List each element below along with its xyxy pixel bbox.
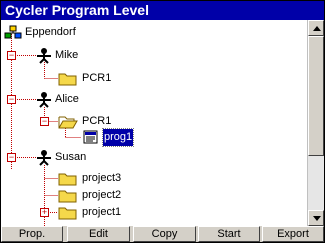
scroll-thumb[interactable] — [308, 36, 324, 156]
start-button[interactable]: Start — [198, 226, 260, 242]
folder-icon — [58, 190, 77, 203]
tree-node-label: Eppendorf — [25, 26, 76, 38]
scroll-up-button[interactable] — [308, 20, 324, 36]
cycler-program-window: Cycler Program Level Eppendorf − Mike PC… — [0, 0, 325, 243]
expand-toggle[interactable]: + — [40, 208, 49, 217]
vertical-scrollbar[interactable] — [307, 20, 324, 226]
folder-icon — [58, 207, 77, 220]
collapse-toggle[interactable]: − — [7, 51, 16, 60]
tree-node-label: project3 — [82, 172, 122, 184]
window-title: Cycler Program Level — [1, 1, 324, 20]
user-icon — [37, 92, 51, 108]
folder-icon — [58, 73, 77, 86]
tree-node-label: project2 — [82, 189, 122, 201]
collapse-toggle[interactable]: − — [40, 117, 49, 126]
user-icon — [37, 150, 51, 166]
tree-node-label: Mike — [55, 49, 79, 61]
tree-node-label: PCR1 — [82, 72, 112, 84]
tree-node-label: Susan — [55, 151, 87, 163]
program-icon — [83, 130, 98, 144]
tree-node-label: Alice — [55, 93, 79, 105]
export-button[interactable]: Export — [262, 226, 324, 242]
tree-node-label: PCR1 — [82, 115, 112, 127]
scroll-down-button[interactable] — [308, 210, 324, 226]
folder-open-icon — [58, 116, 78, 129]
tree-node-label: project1 — [82, 206, 122, 218]
arrow-down-icon — [313, 216, 321, 221]
button-bar: Prop. Edit Copy Start Export — [1, 226, 324, 242]
edit-button[interactable]: Edit — [67, 226, 130, 242]
tree-node-label: prog1 — [101, 128, 135, 147]
program-tree[interactable]: Eppendorf − Mike PCR1 − Alice − PCR1 pro… — [1, 20, 307, 226]
collapse-toggle[interactable]: − — [7, 95, 16, 104]
user-icon — [37, 48, 51, 64]
network-icon — [4, 25, 22, 39]
folder-icon — [58, 173, 77, 186]
arrow-up-icon — [313, 26, 321, 31]
prop-button[interactable]: Prop. — [1, 226, 63, 242]
collapse-toggle[interactable]: − — [7, 153, 16, 162]
copy-button[interactable]: Copy — [133, 226, 196, 242]
